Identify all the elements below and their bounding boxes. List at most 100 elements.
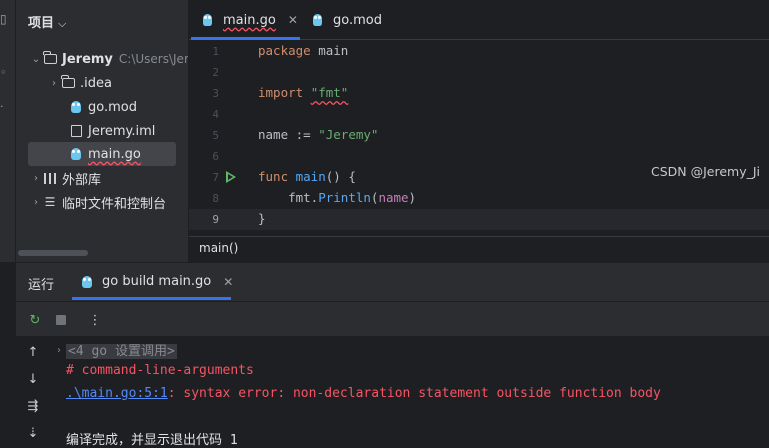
chevron-right-icon[interactable]: › <box>48 78 60 89</box>
tab-main-go[interactable]: main.go ✕ <box>203 0 298 40</box>
tree-item-label: go.mod <box>88 99 137 115</box>
line-number: 5 <box>212 129 219 142</box>
tree-item-label: Jeremy.iml <box>88 123 156 139</box>
code-line-5[interactable]: name := "Jeremy" <box>258 127 378 142</box>
scroll-to-end-icon[interactable]: ⇣ <box>25 426 41 442</box>
tab-label: main.go <box>223 12 276 28</box>
chevron-right-icon[interactable]: › <box>30 197 42 208</box>
error-location-link[interactable]: .\main.go:5:1 <box>66 386 168 401</box>
tree-item-label: 临时文件和控制台 <box>62 196 167 212</box>
identifier: name <box>378 190 409 205</box>
editor-area: main.go ✕ go.mod 1 2 3 4 5 6 7 8 9 packa… <box>189 0 769 262</box>
rerun-icon[interactable]: ↻ <box>27 312 43 328</box>
editor-tabs: main.go ✕ go.mod <box>189 0 769 40</box>
line-number-gutter: 1 2 3 4 5 6 7 8 9 <box>189 40 255 236</box>
code-line-7[interactable]: func main() { <box>258 169 356 184</box>
code-text: fmt. <box>258 190 319 205</box>
line-number: 2 <box>212 66 219 79</box>
code-text: main <box>310 43 349 58</box>
folder-icon <box>60 75 76 90</box>
arrow-down-icon[interactable]: ↓ <box>25 372 41 388</box>
tool-window-strip: ▯ ◦ · <box>0 0 16 262</box>
line-number: 3 <box>212 87 219 100</box>
tree-item-label: .idea <box>80 75 112 91</box>
scratch-icon: ☰ <box>44 195 56 209</box>
more-tools-icon[interactable]: · <box>0 100 8 113</box>
chevron-right-icon[interactable]: › <box>30 173 42 184</box>
tree-item-path: C:\Users\Jer <box>118 52 188 66</box>
tree-item-jeremy[interactable]: ⌄ Jeremy C:\Users\Jer <box>30 47 188 71</box>
line-number: 4 <box>212 108 219 121</box>
line-number: 6 <box>212 150 219 163</box>
arrow-up-icon[interactable]: ↑ <box>25 345 41 361</box>
code-text: () { <box>325 169 356 184</box>
go-file-icon <box>68 147 84 161</box>
console-line: <4 go 设置调用> <box>66 340 177 359</box>
code-text: name := <box>258 127 319 142</box>
console-output[interactable]: ↑ ↓ ⇶ ⇣ › <4 go 设置调用> # command-line-arg… <box>16 337 769 448</box>
more-options-icon[interactable]: ⋮ <box>87 312 103 328</box>
project-tool-icon[interactable]: ▯ <box>0 12 8 26</box>
structure-tool-icon[interactable]: ◦ <box>0 66 8 79</box>
tree-item-go-mod[interactable]: go.mod <box>68 95 188 119</box>
chevron-down-icon[interactable]: ⌄ <box>30 54 42 65</box>
run-panel-title: 运行 <box>28 278 55 293</box>
go-file-icon <box>313 13 329 27</box>
code-line-8[interactable]: fmt.Println(name) <box>258 190 416 205</box>
collapsed-fold-marker[interactable]: <4 go 设置调用> <box>66 344 177 359</box>
code-text: ) <box>408 190 417 205</box>
tab-go-mod[interactable]: go.mod <box>313 0 382 40</box>
go-file-icon <box>203 13 219 27</box>
line-number: 7 <box>212 171 219 184</box>
chevron-right-icon[interactable]: › <box>57 345 61 356</box>
stop-icon[interactable] <box>53 312 69 328</box>
tab-label: go.mod <box>333 12 382 28</box>
soft-wrap-icon[interactable]: ⇶ <box>25 399 41 415</box>
keyword: package <box>258 43 311 58</box>
horizontal-scrollbar[interactable] <box>18 250 88 256</box>
function-name: main <box>288 169 326 184</box>
tab-run-config[interactable]: go build main.go ✕ <box>82 263 233 300</box>
code-line-9[interactable]: } <box>258 211 266 226</box>
tree-item-jeremy-iml[interactable]: Jeremy.iml <box>68 119 188 143</box>
run-tool-window: 运行 go build main.go ✕ ↻ ⋮ ↑ ↓ ⇶ ⇣ › <4 g… <box>16 262 769 448</box>
keyword: func <box>258 169 289 184</box>
line-number: 9 <box>212 213 219 226</box>
line-number: 8 <box>212 192 219 205</box>
tree-item-label: 外部库 <box>62 172 102 188</box>
close-icon[interactable]: ✕ <box>223 275 233 289</box>
tree-item-external-libraries[interactable]: › 外部库 <box>30 166 188 190</box>
run-gutter-icon[interactable] <box>226 171 236 183</box>
breadcrumb: main() <box>189 236 769 262</box>
code-line-3[interactable]: import "fmt" <box>258 85 348 100</box>
error-message: : syntax error: non-declaration statemen… <box>167 386 661 401</box>
go-file-icon <box>68 100 84 114</box>
console-line: # command-line-arguments <box>66 363 254 378</box>
chevron-down-icon[interactable]: ⌵ <box>58 17 66 30</box>
go-build-icon <box>82 275 98 289</box>
current-line-highlight <box>189 209 769 230</box>
code-line-1[interactable]: package main <box>258 43 348 58</box>
console-line: .\main.go:5:1: syntax error: non-declara… <box>66 386 661 401</box>
function-name: Println <box>318 190 371 205</box>
code-text: } <box>258 211 266 226</box>
tree-item-main-go[interactable]: main.go <box>28 142 176 166</box>
string-literal: "fmt" <box>310 85 349 100</box>
tree-item-idea[interactable]: › .idea <box>48 71 188 95</box>
tree-item-label: Jeremy <box>62 51 113 67</box>
console-line: 编译完成，并显示退出代码 1 <box>66 433 238 448</box>
string-literal: "Jeremy" <box>318 127 379 142</box>
tree-item-scratches[interactable]: › ☰ 临时文件和控制台 <box>30 190 188 214</box>
iml-file-icon <box>68 124 84 138</box>
folder-icon <box>42 51 58 66</box>
breadcrumb-item[interactable]: main() <box>199 241 238 255</box>
project-panel-title[interactable]: 项目 ⌵ <box>28 12 66 31</box>
project-title-label: 项目 <box>28 16 55 31</box>
line-number: 1 <box>212 45 219 58</box>
run-toolbar: ↻ ⋮ <box>16 301 769 337</box>
close-icon[interactable]: ✕ <box>288 13 298 27</box>
keyword: import <box>258 85 304 100</box>
project-panel: 项目 ⌵ ⌄ Jeremy C:\Users\Jer › .idea go.mod… <box>16 0 188 262</box>
active-tab-indicator <box>72 297 231 300</box>
tree-item-label: main.go <box>88 146 141 162</box>
